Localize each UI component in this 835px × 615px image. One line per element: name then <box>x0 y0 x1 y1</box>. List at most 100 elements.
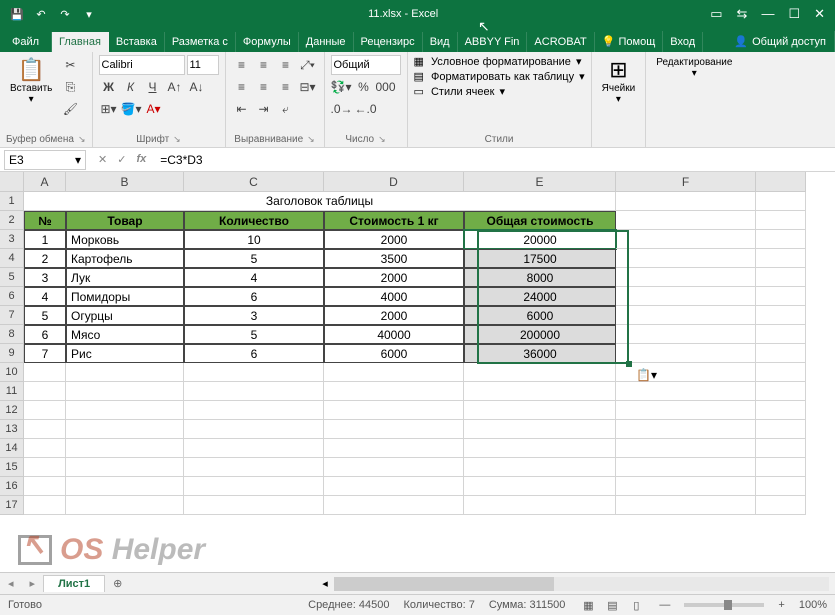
cell[interactable]: Морковь <box>66 230 184 249</box>
cell[interactable] <box>66 458 184 477</box>
cell[interactable]: Мясо <box>66 325 184 344</box>
cell[interactable] <box>756 306 806 325</box>
tab-home[interactable]: Главная <box>52 32 109 52</box>
cell[interactable] <box>24 477 66 496</box>
paste-button[interactable]: 📋 Вставить ▾ <box>6 55 56 132</box>
cell[interactable] <box>464 477 616 496</box>
cell[interactable]: 2000 <box>324 230 464 249</box>
row-header[interactable]: 17 <box>0 496 24 515</box>
cell[interactable]: 7 <box>24 344 66 363</box>
ribbon-display-icon[interactable]: ▭ <box>710 6 722 22</box>
cell[interactable] <box>756 325 806 344</box>
cell[interactable]: 4 <box>184 268 324 287</box>
row-header[interactable]: 6 <box>0 287 24 306</box>
cell[interactable] <box>66 363 184 382</box>
underline-button[interactable]: Ч <box>143 77 163 97</box>
decrease-font-icon[interactable]: A↓ <box>187 77 207 97</box>
increase-decimal-icon[interactable]: .0→ <box>331 99 353 119</box>
cell[interactable] <box>66 382 184 401</box>
cell[interactable]: 4 <box>24 287 66 306</box>
fill-handle[interactable] <box>626 361 632 367</box>
close-icon[interactable]: ✕ <box>814 6 825 22</box>
row-header[interactable]: 7 <box>0 306 24 325</box>
increase-indent-icon[interactable]: ⇥ <box>254 99 274 119</box>
cell[interactable] <box>616 268 756 287</box>
cell[interactable] <box>616 382 756 401</box>
cell[interactable] <box>464 439 616 458</box>
row-header[interactable]: 14 <box>0 439 24 458</box>
cell[interactable] <box>756 344 806 363</box>
cell[interactable]: 24000 <box>464 287 616 306</box>
cell[interactable]: 8000 <box>464 268 616 287</box>
cell[interactable] <box>756 268 806 287</box>
cell[interactable] <box>324 496 464 515</box>
tab-file[interactable]: Файл <box>0 32 52 52</box>
cell[interactable] <box>324 420 464 439</box>
number-launcher-icon[interactable]: ↘ <box>378 134 386 145</box>
cell[interactable] <box>616 344 756 363</box>
horizontal-scrollbar[interactable]: ◂▸ <box>334 577 829 591</box>
cell[interactable] <box>184 458 324 477</box>
paste-options-icon[interactable]: 📋▾ <box>636 368 657 382</box>
percent-icon[interactable]: % <box>353 77 373 97</box>
help-icon[interactable]: ⇆ <box>737 6 748 22</box>
cell[interactable] <box>464 382 616 401</box>
cell[interactable] <box>66 496 184 515</box>
decrease-indent-icon[interactable]: ⇤ <box>232 99 252 119</box>
cell[interactable]: Картофель <box>66 249 184 268</box>
col-header[interactable]: F <box>616 172 756 192</box>
cell-styles-button[interactable]: ▭ Стили ячеек ▾ <box>414 85 585 98</box>
cell[interactable]: 10 <box>184 230 324 249</box>
cell[interactable] <box>464 458 616 477</box>
editing-button[interactable]: Редактирование ▾ <box>652 55 736 143</box>
cell[interactable]: Огурцы <box>66 306 184 325</box>
cell[interactable]: 6 <box>184 287 324 306</box>
cell[interactable]: 17500 <box>464 249 616 268</box>
cell[interactable] <box>616 420 756 439</box>
cell[interactable] <box>756 439 806 458</box>
sheet-tab[interactable]: Лист1 <box>43 575 105 592</box>
scrollbar-thumb[interactable] <box>334 577 554 591</box>
col-header[interactable]: C <box>184 172 324 192</box>
redo-icon[interactable]: ↷ <box>54 3 76 25</box>
cell[interactable]: 2 <box>24 249 66 268</box>
normal-view-icon[interactable]: ▦ <box>579 599 597 612</box>
row-header[interactable]: 13 <box>0 420 24 439</box>
cell[interactable] <box>464 496 616 515</box>
cell[interactable]: 36000 <box>464 344 616 363</box>
wrap-text-icon[interactable]: ⤶ <box>276 99 296 119</box>
font-color-icon[interactable]: A▾ <box>143 99 163 119</box>
font-size-select[interactable] <box>187 55 219 75</box>
cell[interactable]: 6 <box>24 325 66 344</box>
minimize-icon[interactable]: — <box>761 6 774 22</box>
zoom-in-icon[interactable]: + <box>778 599 784 611</box>
align-top-icon[interactable]: ≡ <box>232 55 252 75</box>
row-header[interactable]: 2 <box>0 211 24 230</box>
cell[interactable] <box>184 420 324 439</box>
cell[interactable] <box>184 363 324 382</box>
cell[interactable] <box>464 363 616 382</box>
enter-formula-icon[interactable]: ✓ <box>117 153 126 166</box>
add-sheet-icon[interactable]: ⊕ <box>105 577 130 590</box>
cell[interactable] <box>324 439 464 458</box>
row-header[interactable]: 4 <box>0 249 24 268</box>
cell[interactable] <box>756 211 806 230</box>
cell[interactable] <box>756 458 806 477</box>
cell[interactable] <box>184 496 324 515</box>
col-header[interactable]: B <box>66 172 184 192</box>
cell[interactable]: 6000 <box>324 344 464 363</box>
cell[interactable]: Стоимость 1 кг <box>324 211 464 230</box>
row-header[interactable]: 5 <box>0 268 24 287</box>
cell[interactable]: 3 <box>24 268 66 287</box>
row-header[interactable]: 12 <box>0 401 24 420</box>
formula-input[interactable] <box>154 151 835 169</box>
cell[interactable] <box>616 477 756 496</box>
row-header[interactable]: 11 <box>0 382 24 401</box>
zoom-level[interactable]: 100% <box>799 599 827 611</box>
cell[interactable] <box>24 496 66 515</box>
cell[interactable]: Заголовок таблицы <box>24 192 616 211</box>
cell[interactable] <box>464 420 616 439</box>
cell[interactable] <box>756 249 806 268</box>
cell[interactable] <box>66 401 184 420</box>
cell[interactable] <box>756 230 806 249</box>
